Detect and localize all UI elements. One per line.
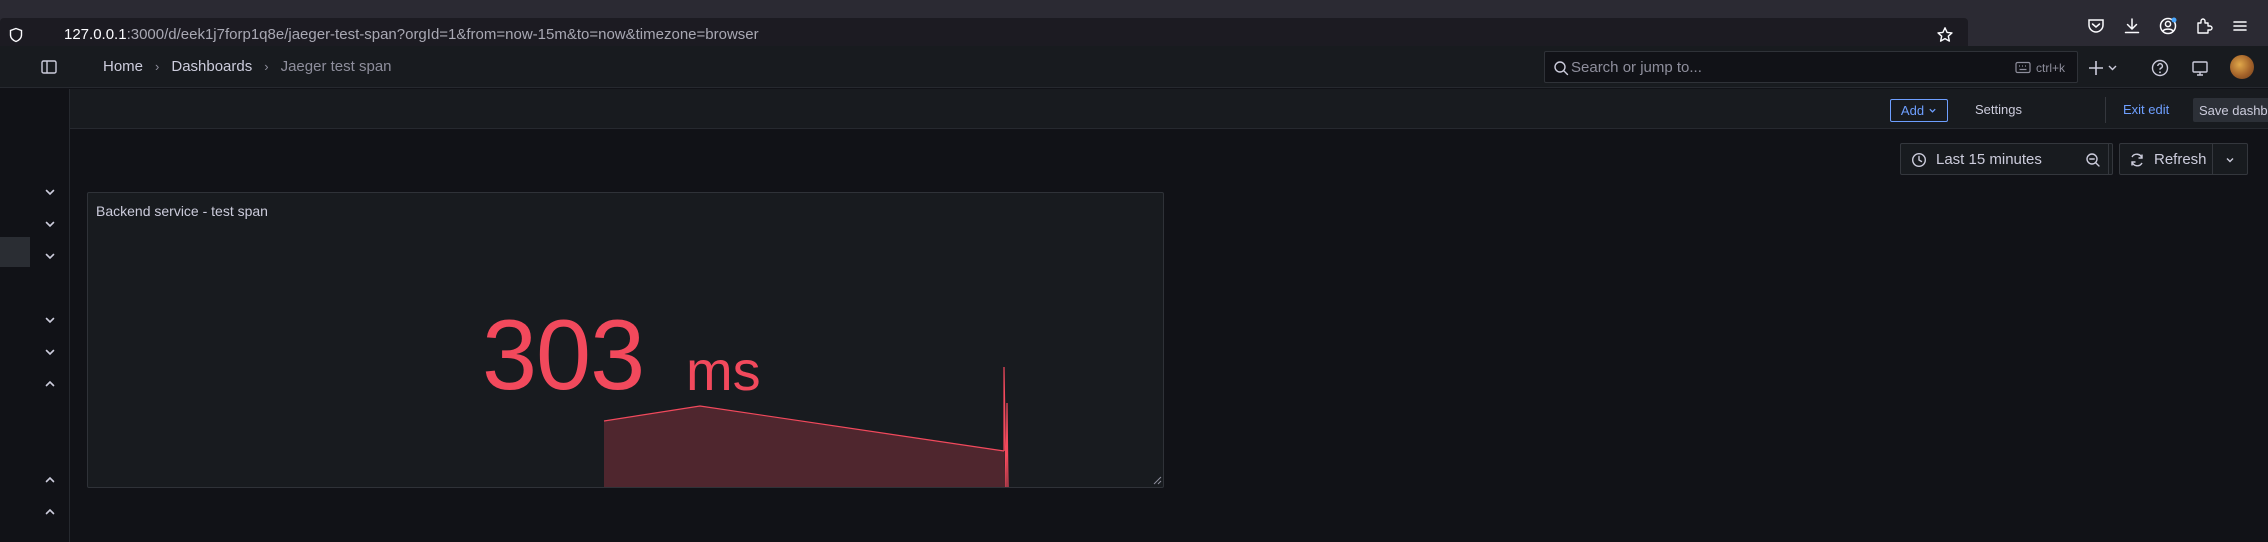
zoom-out-icon	[2086, 153, 2100, 167]
chevron-down-icon[interactable]	[42, 248, 58, 264]
resize-handle-icon[interactable]	[1152, 475, 1162, 485]
search-shortcut: ctrl+k	[2036, 61, 2066, 75]
chevron-down-icon	[1929, 108, 1936, 113]
save-dashboard-label: Save dashboard	[2199, 103, 2268, 118]
avatar[interactable]	[2230, 55, 2254, 79]
plus-icon[interactable]	[2088, 58, 2120, 78]
star-icon[interactable]	[1936, 26, 1954, 44]
url-path: :3000/d/eek1j7forp1q8e/jaeger-test-span?…	[126, 26, 759, 43]
breadcrumb: Home › Dashboards › Jaeger test span	[103, 58, 392, 75]
refresh-label: Refresh	[2154, 151, 2207, 168]
toolbar-divider	[2105, 97, 2106, 123]
chevron-down-icon[interactable]	[42, 344, 58, 360]
section-rail	[0, 89, 70, 542]
clock-icon	[1911, 152, 1927, 168]
stat-unit: ms	[686, 339, 761, 402]
download-icon[interactable]	[2122, 16, 2142, 36]
chevron-up-icon[interactable]	[42, 376, 58, 392]
time-range-label: Last 15 minutes	[1936, 151, 2042, 168]
search-placeholder: Search or jump to...	[1571, 59, 1702, 76]
panel-title: Backend service - test span	[96, 203, 268, 219]
chevron-down-icon[interactable]	[42, 216, 58, 232]
chevron-down-icon[interactable]	[42, 312, 58, 328]
top-navbar: Home › Dashboards › Jaeger test span Sea…	[0, 46, 2268, 88]
breadcrumb-separator: ›	[264, 59, 269, 74]
menu-icon[interactable]	[2230, 16, 2250, 36]
rail-selected-item[interactable]	[0, 237, 30, 267]
breadcrumb-dashboards[interactable]: Dashboards	[171, 58, 252, 75]
add-button[interactable]: Add	[1890, 99, 1948, 122]
search-icon	[1554, 61, 1569, 76]
chevron-up-icon[interactable]	[42, 472, 58, 488]
breadcrumb-home[interactable]: Home	[103, 58, 143, 75]
exit-edit-button[interactable]: Exit edit	[2123, 102, 2169, 117]
url-host: 127.0.0.1	[64, 26, 127, 43]
chevron-down-icon[interactable]	[2225, 155, 2235, 165]
settings-button[interactable]: Settings	[1975, 102, 2022, 117]
stat-value: 303	[482, 299, 645, 410]
extensions-icon[interactable]	[2194, 16, 2214, 36]
grafana-app: Home › Dashboards › Jaeger test span Sea…	[0, 46, 2268, 542]
news-icon[interactable]	[2190, 58, 2210, 78]
url-text[interactable]: 127.0.0.1:3000/d/eek1j7forp1q8e/jaeger-t…	[64, 26, 759, 43]
breadcrumb-current: Jaeger test span	[280, 58, 392, 75]
zoom-out-button[interactable]	[2077, 143, 2109, 175]
save-dashboard-button[interactable]: Save dashboard	[2193, 98, 2268, 122]
browser-window-edge	[0, 0, 2268, 8]
shield-icon[interactable]	[8, 27, 24, 43]
pocket-icon[interactable]	[2086, 16, 2106, 36]
keyboard-icon	[2015, 61, 2031, 74]
refresh-button[interactable]: Refresh	[2119, 143, 2248, 175]
account-icon[interactable]	[2158, 16, 2178, 36]
browser-toolbar: 127.0.0.1:3000/d/eek1j7forp1q8e/jaeger-t…	[0, 8, 2268, 52]
chevron-up-icon[interactable]	[42, 504, 58, 520]
breadcrumb-separator: ›	[155, 59, 160, 74]
stat-panel[interactable]: Backend service - test span 303 ms	[87, 192, 1164, 488]
add-button-label: Add	[1900, 103, 1925, 118]
refresh-icon	[2131, 153, 2143, 167]
dock-menu-icon[interactable]	[40, 58, 58, 76]
help-icon[interactable]	[2150, 58, 2170, 78]
chevron-down-icon[interactable]	[42, 184, 58, 200]
refresh-split-divider	[2212, 144, 2213, 174]
search-input[interactable]: Search or jump to... ctrl+k	[1544, 51, 2078, 83]
edit-toolbar: Add Settings Exit edit Save dashboard	[70, 89, 2268, 129]
